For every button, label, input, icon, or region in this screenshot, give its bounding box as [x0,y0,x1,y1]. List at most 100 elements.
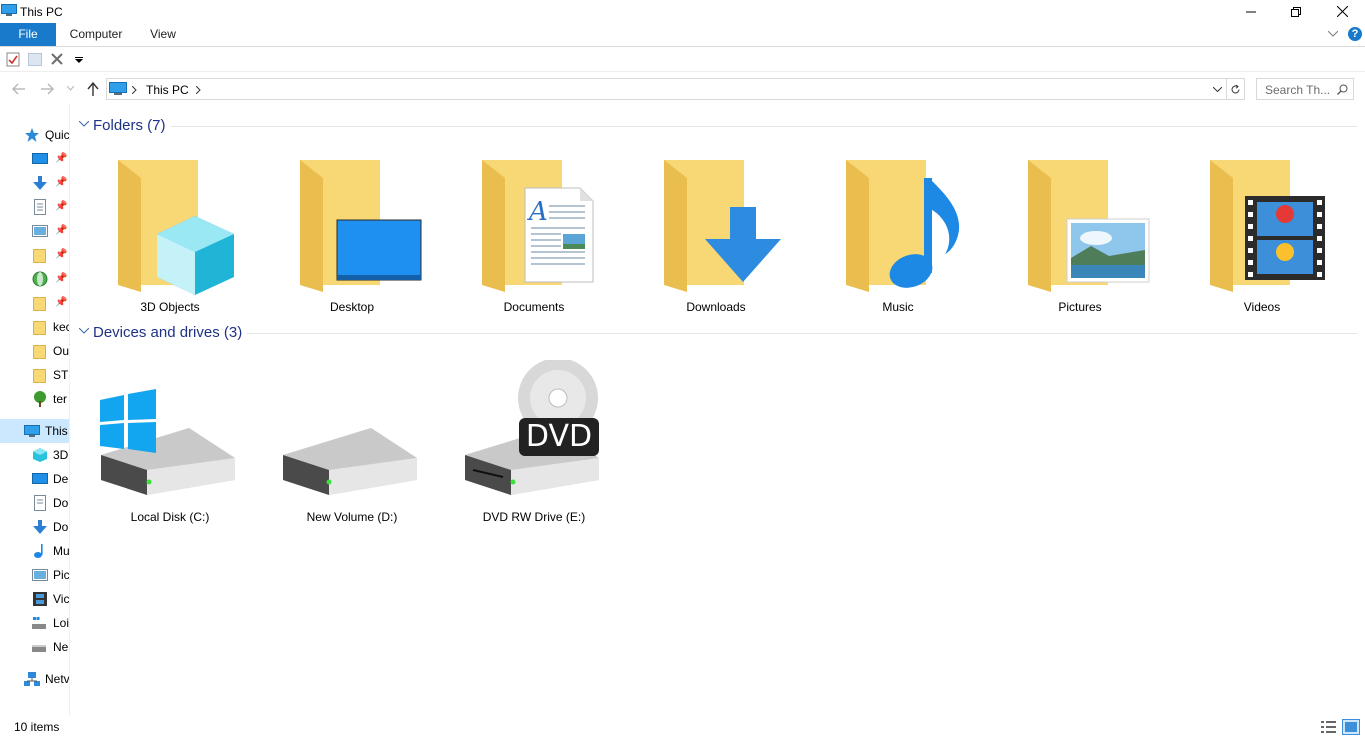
downloads-icon [33,520,47,534]
tree-icon [34,391,46,407]
nav-pinned-desktop[interactable]: 📌 [0,147,69,171]
documents-icon [34,199,46,215]
expand-ribbon-icon[interactable] [1328,31,1338,37]
back-arrow-icon[interactable] [12,83,25,95]
pin-icon: 📌 [55,153,68,164]
nav-folder-sti[interactable]: STI [0,363,69,387]
folder-icon [33,297,46,311]
status-bar: 10 items [0,716,1365,738]
documents-icon [34,495,46,511]
up-arrow-icon[interactable] [87,82,99,96]
dvd-badge: DVD [525,419,593,454]
drive-local-disk-c[interactable]: Local Disk (C:) [81,360,259,540]
nav-pinned-folder[interactable]: 📌 [0,243,69,267]
restore-button[interactable] [1273,0,1319,23]
folder-videos[interactable]: Videos [1173,150,1351,330]
close-icon [1336,6,1348,17]
tab-computer[interactable]: Computer [62,23,130,46]
music-folder-icon [846,160,960,292]
folder-downloads[interactable]: Downloads [627,150,805,330]
breadcrumb-separator-icon[interactable] [132,86,137,94]
content-area: Folders (7) 3D Objects Desktop A Documen… [71,104,1365,716]
nav-pinned-downloads[interactable]: 📌 [0,171,69,195]
desktop-icon [32,153,48,164]
nav-pinned-documents[interactable]: 📌 [0,195,69,219]
new-folder-icon[interactable] [28,53,42,66]
svg-text:A: A [527,197,548,227]
nav-pinned-globe-folder[interactable]: 📌 [0,267,69,291]
delete-icon[interactable] [51,53,63,65]
pin-icon: 📌 [55,177,68,188]
group-header-drives[interactable]: Devices and drives (3) [71,323,1365,343]
pin-icon: 📌 [55,297,68,308]
local-disk-icon [32,617,46,629]
address-bar[interactable]: This PC [106,78,1227,100]
folder-music[interactable]: Music [809,150,987,330]
nav-desktop[interactable]: De [0,467,69,491]
refresh-icon [1231,84,1240,93]
tab-view[interactable]: View [140,23,186,46]
pictures-icon [32,225,48,237]
folder-3d-objects[interactable]: 3D Objects [81,150,259,330]
nav-pictures[interactable]: Pic [0,563,69,587]
nav-this-pc[interactable]: This [0,419,69,443]
address-dropdown-icon[interactable] [1213,87,1222,92]
forward-arrow-icon[interactable] [41,83,54,95]
nav-folder-kec[interactable]: kec [0,315,69,339]
nav-pinned-pictures[interactable]: 📌 [0,219,69,243]
this-pc-icon [109,82,127,95]
folder-pictures[interactable]: Pictures [991,150,1169,330]
customize-toolbar-icon[interactable] [75,57,83,63]
documents-folder-icon: A [482,160,594,292]
close-button[interactable] [1319,0,1365,23]
search-box[interactable]: Search Th... [1256,78,1354,100]
this-pc-icon [1,4,17,16]
group-divider [171,126,1357,127]
folder-icon [33,321,46,335]
nav-folder-ter[interactable]: ter [0,387,69,411]
drive-new-volume-d[interactable]: New Volume (D:) [263,360,441,540]
minimize-button[interactable] [1228,0,1274,23]
network-icon [24,672,40,686]
group-header-folders[interactable]: Folders (7) [71,116,1365,136]
search-placeholder: Search Th... [1265,83,1331,97]
drive-dvd-rw-e[interactable]: DVD DVD RW Drive (E:) [445,360,623,540]
nav-pinned-folder-2[interactable]: 📌 [0,291,69,315]
videos-icon [33,592,47,606]
nav-music[interactable]: Mu [0,539,69,563]
restore-icon [1291,6,1301,17]
navigation-bar: This PC Search Th... [0,76,1365,102]
chevron-down-icon [79,328,89,334]
properties-icon[interactable] [6,52,20,67]
search-icon [1337,84,1348,95]
folder-documents[interactable]: A Documents [445,150,623,330]
nav-quick-access[interactable]: Quic [0,123,69,147]
nav-folder-ou[interactable]: Ou [0,339,69,363]
group-divider [247,333,1357,334]
pictures-icon [32,569,48,581]
pictures-folder-icon [1028,160,1150,292]
nav-new-volume[interactable]: Ne [0,635,69,659]
nav-videos[interactable]: Vic [0,587,69,611]
title-bar: This PC [0,0,1365,23]
folder-desktop[interactable]: Desktop [263,150,441,330]
large-icons-view-icon[interactable] [1342,719,1360,735]
refresh-button[interactable] [1227,78,1245,100]
item-count: 10 items [14,720,60,734]
recent-locations-icon[interactable] [67,86,74,91]
pin-icon: 📌 [55,273,68,284]
nav-3d-objects[interactable]: 3D [0,443,69,467]
pin-icon: 📌 [55,201,68,212]
folder-icon [33,249,46,263]
details-view-icon[interactable] [1320,719,1338,735]
help-button[interactable]: ? [1348,27,1362,41]
nav-local-disk[interactable]: Loi [0,611,69,635]
desktop-folder-icon [300,160,422,292]
nav-downloads[interactable]: Do [0,515,69,539]
breadcrumb-this-pc[interactable]: This PC [146,83,189,97]
tab-file[interactable]: File [0,23,56,46]
nav-documents[interactable]: Do [0,491,69,515]
windows-drive-icon [100,389,235,495]
nav-network[interactable]: Netv [0,667,69,691]
breadcrumb-separator-icon[interactable] [196,86,201,94]
